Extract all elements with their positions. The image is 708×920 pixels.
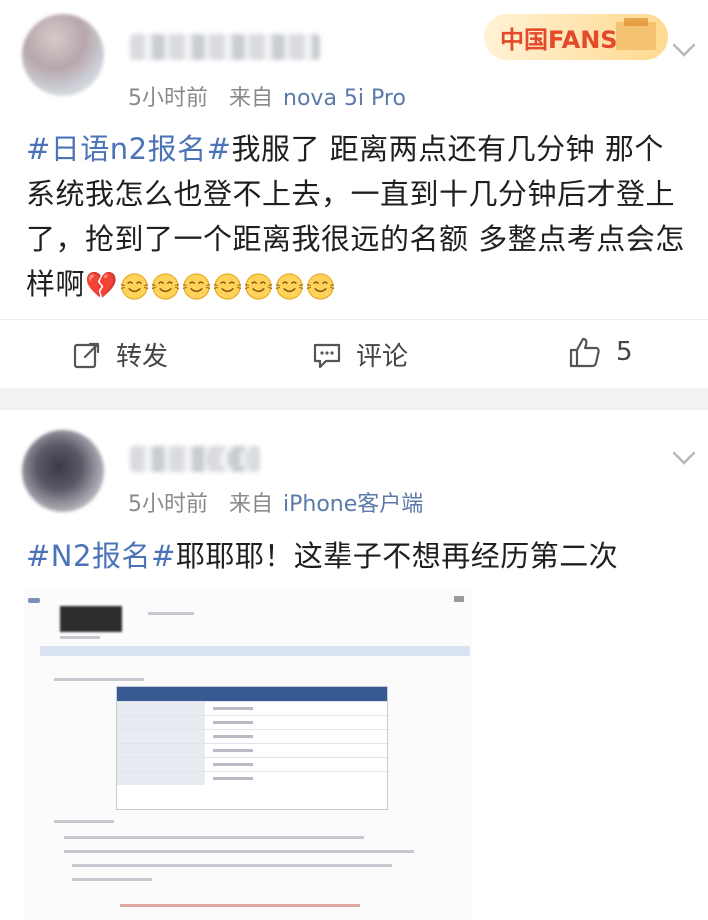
smile-emoji-icon [120, 272, 149, 300]
attached-image[interactable] [24, 588, 472, 920]
repost-label: 转发 [116, 342, 169, 372]
source-prefix: 来自 [229, 492, 274, 517]
post-divider [0, 388, 708, 410]
like-icon [569, 337, 600, 368]
repost-button[interactable]: 转发 [72, 336, 168, 373]
emoji-row [120, 272, 335, 301]
smile-emoji-icon [182, 272, 211, 300]
avatar[interactable] [22, 14, 104, 96]
post-content: #N2报名#耶耶耶！这辈子不想再经历第二次 [26, 534, 690, 579]
weibo-post-1: 中国FANS 5小时前 来自 nova 5i Pro #日语n2报名#我服了 距离… [0, 0, 708, 388]
hashtag[interactable]: #日语n2报名# [26, 132, 231, 166]
smile-emoji-icon [213, 272, 242, 300]
like-count: 5 [616, 337, 633, 367]
china-fans-badge: 中国FANS [484, 14, 668, 60]
comment-label: 评论 [356, 342, 409, 372]
source-prefix: 来自 [229, 86, 274, 111]
comment-icon [313, 343, 341, 368]
comment-button[interactable]: 评论 [312, 336, 408, 373]
broken-heart-icon: 💔 [85, 271, 118, 301]
repost-icon [73, 342, 100, 368]
username-blurred-2 [206, 452, 252, 466]
smile-emoji-icon [275, 272, 304, 300]
post-time: 5小时前 [128, 492, 208, 517]
post-source[interactable]: iPhone客户端 [283, 492, 423, 517]
username-blurred[interactable] [130, 34, 320, 60]
post-meta: 5小时前 来自 nova 5i Pro [128, 80, 406, 112]
like-button[interactable]: 5 [568, 336, 633, 368]
smile-emoji-icon [306, 272, 335, 300]
smile-emoji-icon [151, 272, 180, 300]
chevron-down-icon[interactable] [670, 444, 698, 472]
post-source[interactable]: nova 5i Pro [283, 86, 406, 111]
chevron-down-icon[interactable] [670, 36, 698, 64]
post-meta: 5小时前 来自 iPhone客户端 [128, 486, 423, 518]
smile-emoji-icon [244, 272, 273, 300]
avatar[interactable] [22, 430, 104, 512]
post-text: 耶耶耶！这辈子不想再经历第二次 [175, 539, 619, 573]
badge-text: 中国FANS [500, 26, 618, 54]
post-time: 5小时前 [128, 86, 208, 111]
action-separator [0, 319, 708, 320]
post-content: #日语n2报名#我服了 距离两点还有几分钟 那个系统我怎么也登不上去，一直到十几… [26, 127, 690, 309]
hashtag[interactable]: #N2报名# [26, 539, 176, 573]
